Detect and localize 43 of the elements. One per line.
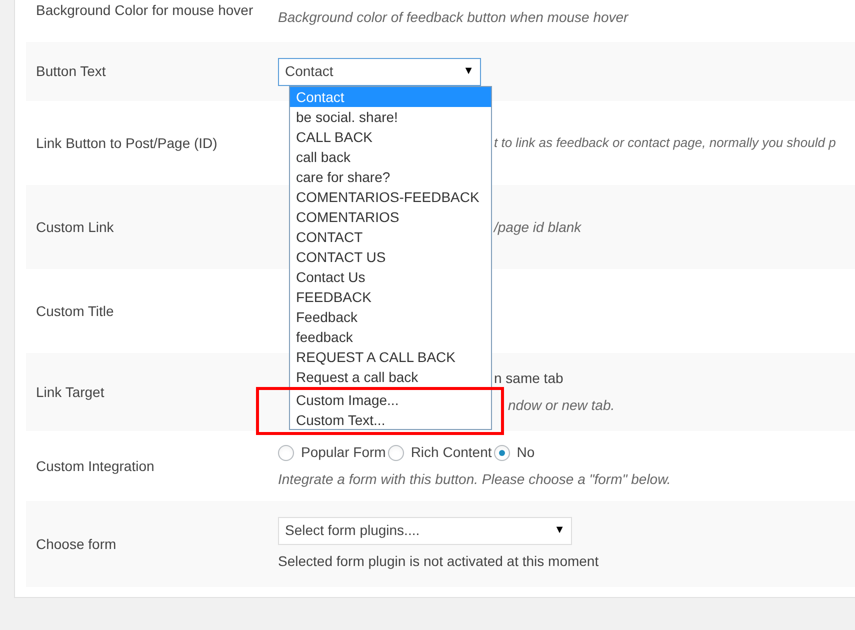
field-label: Choose form xyxy=(35,534,118,554)
dropdown-option[interactable]: CONTACT US xyxy=(290,247,491,267)
dropdown-option[interactable]: call back xyxy=(290,147,491,167)
field-description: Background color of feedback button when mouse hover xyxy=(278,8,628,27)
field-description: ndow or new tab. xyxy=(508,396,615,415)
field-label: Custom Integration xyxy=(35,456,156,476)
field-label: Link Button to Post/Page (ID) xyxy=(35,134,218,153)
radio-label: n same tab xyxy=(494,369,564,388)
caret-icon: ▼ xyxy=(463,63,474,80)
radio-option[interactable]: No xyxy=(494,442,535,463)
field-label: Button Text xyxy=(35,62,107,81)
select-value: Select form plugins.... xyxy=(285,521,420,540)
radio-option[interactable]: Popular Form xyxy=(278,442,386,463)
dropdown-option[interactable]: COMENTARIOS-FEEDBACK xyxy=(290,187,491,207)
dropdown-option[interactable]: be social. share! xyxy=(290,107,491,127)
field-label: Custom Title xyxy=(35,302,115,320)
form-select[interactable]: Select form plugins.... ▼ xyxy=(278,516,572,544)
select-value: Contact xyxy=(285,62,334,81)
dropdown-option[interactable]: Request a call back xyxy=(290,367,491,387)
radio-button[interactable] xyxy=(494,444,510,460)
radio-button[interactable] xyxy=(278,444,294,460)
radio-button[interactable] xyxy=(388,444,404,460)
dropdown-option[interactable]: CONTACT xyxy=(290,227,491,247)
field-note: Selected form plugin is not activated at this moment xyxy=(278,552,599,571)
field-description: Integrate a form with this button. Please choose a "form" below. xyxy=(278,470,671,489)
dropdown-option[interactable]: REQUEST A CALL BACK xyxy=(290,347,491,367)
field-label: Custom Link xyxy=(35,218,115,236)
field-label: Link Target xyxy=(35,382,106,402)
radio-option[interactable]: Rich Content xyxy=(388,442,492,463)
dropdown-option[interactable]: care for share? xyxy=(290,167,491,187)
field-label: Background Color for mouse hover xyxy=(35,1,254,20)
field-description: t to link as feedback or contact page, normally you should p xyxy=(494,134,836,152)
field-description: /page id blank xyxy=(494,218,582,237)
caret-icon: ▼ xyxy=(554,522,565,539)
dropdown-option[interactable]: Contact Us xyxy=(290,267,491,287)
dropdown-option[interactable]: FEEDBACK xyxy=(290,287,491,307)
dropdown-option[interactable]: feedback xyxy=(290,327,491,347)
dropdown-option[interactable]: COMENTARIOS xyxy=(290,207,491,227)
button-text-select[interactable]: Contact ▼ xyxy=(278,58,481,86)
dropdown-option[interactable]: Custom Text... xyxy=(290,410,491,430)
dropdown-option[interactable]: Custom Image... xyxy=(290,390,491,410)
dropdown-option[interactable]: Feedback xyxy=(290,307,491,327)
dropdown-option[interactable]: CALL BACK xyxy=(290,127,491,147)
